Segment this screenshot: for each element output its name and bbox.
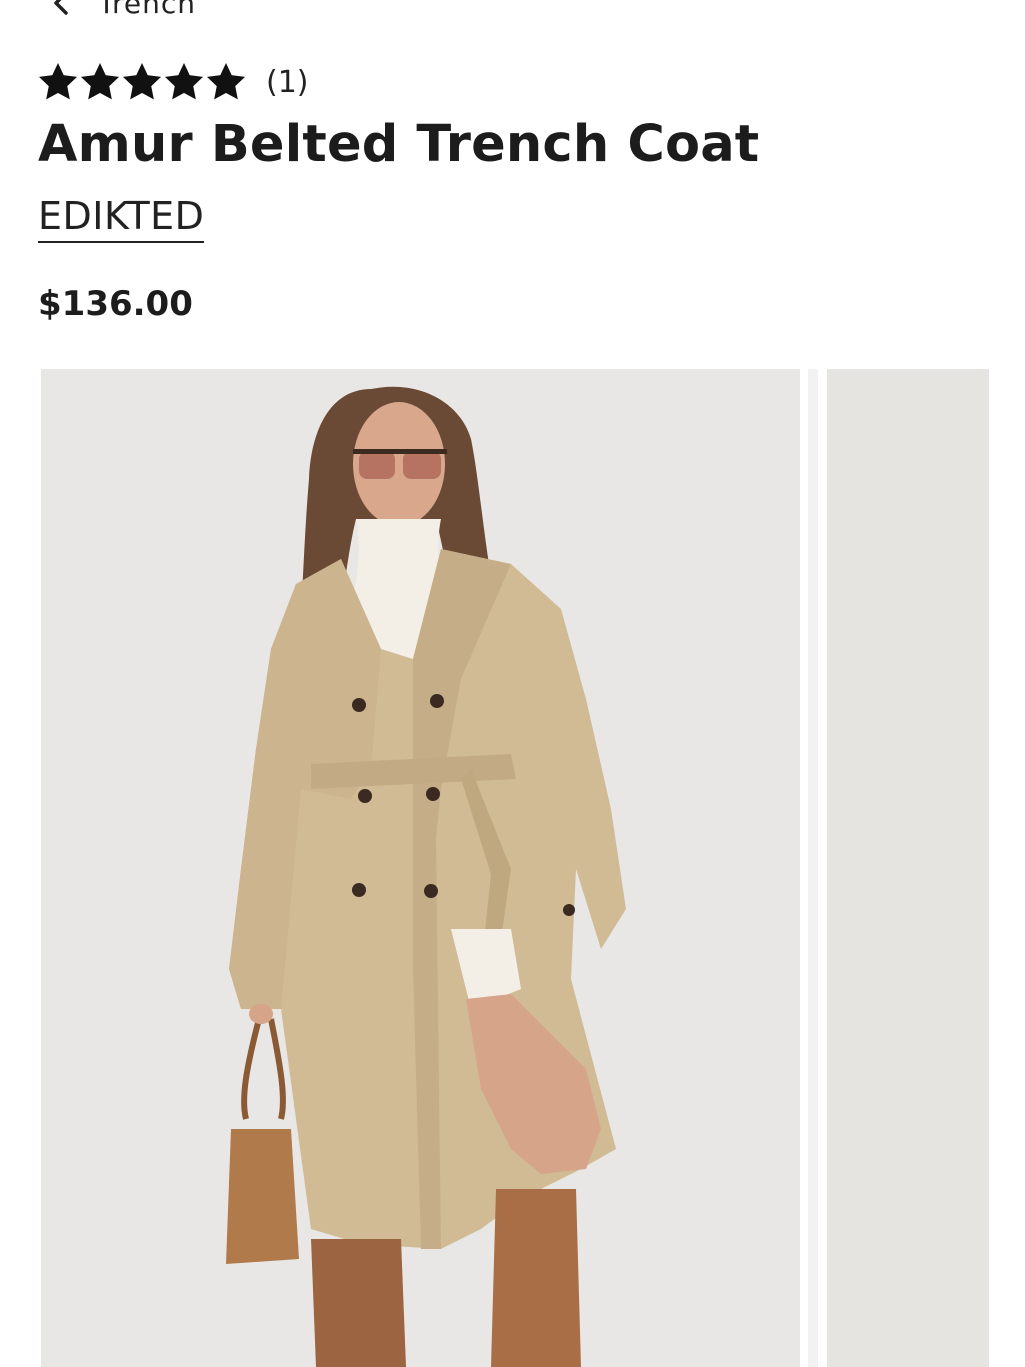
product-image-next[interactable] <box>827 369 989 1367</box>
star-icon <box>122 63 162 100</box>
product-rating[interactable]: (1) <box>38 60 309 104</box>
star-icon <box>38 63 78 100</box>
product-price: $136.00 <box>38 284 193 324</box>
breadcrumb-label: Trench <box>98 0 196 20</box>
product-page: Trench (1) Amur Belted Trench Coat EDIKT… <box>0 0 1025 1367</box>
review-count[interactable]: (1) <box>266 65 309 100</box>
breadcrumb-back-link[interactable]: Trench <box>50 0 196 20</box>
product-title: Amur Belted Trench Coat <box>38 115 760 174</box>
star-icon <box>164 63 204 100</box>
brand-link[interactable]: EDIKTED <box>38 194 205 243</box>
star-icon <box>80 63 120 100</box>
model-photo <box>41 369 800 1367</box>
product-image-main[interactable] <box>41 369 800 1367</box>
gallery-divider <box>800 369 827 1367</box>
chevron-left-icon <box>54 0 68 15</box>
rating-stars <box>38 62 246 102</box>
star-icon <box>206 63 246 100</box>
product-image-gallery[interactable] <box>0 369 1025 1367</box>
